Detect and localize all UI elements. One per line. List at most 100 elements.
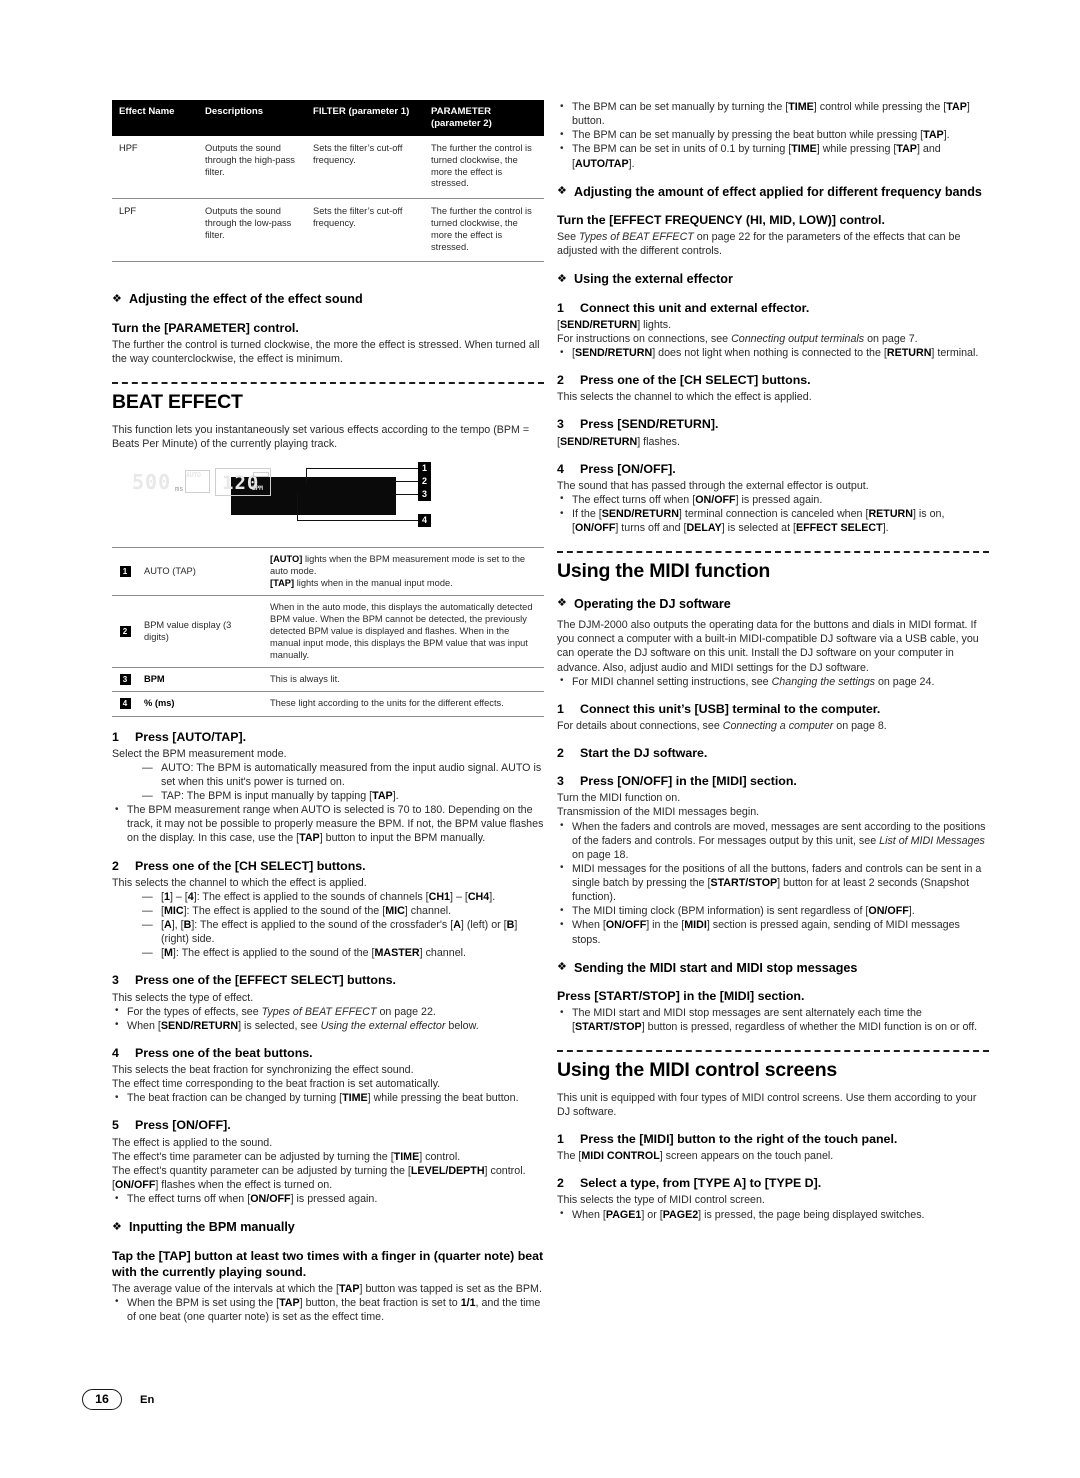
step-title: Press [ON/OFF]. (580, 461, 676, 476)
legend-desc-1a: [AUTO] (270, 553, 303, 564)
step-number: 4 (112, 1045, 119, 1060)
heading-operating-dj-software: Operating the DJ software (557, 596, 989, 612)
heading-external-effector: Using the external effector (557, 271, 989, 287)
cell-effect-name: HPF (112, 136, 198, 200)
step-number: 4 (557, 461, 564, 476)
list-item: TAP: The BPM is input manually by tappin… (142, 789, 544, 803)
step-1-dash-list: AUTO: The BPM is automatically measured … (112, 761, 544, 804)
callout-4: 4 (418, 513, 431, 527)
step-3-bullet-list: For the types of effects, see Types of B… (112, 1004, 544, 1033)
step-title: Press one of the beat buttons. (135, 1045, 313, 1060)
heading-adjusting-effect-sound: Adjusting the effect of the effect sound (112, 291, 544, 307)
list-item: The beat fraction can be changed by turn… (112, 1091, 544, 1105)
step-5-body-4: [ON/OFF] flashes when the effect is turn… (112, 1178, 333, 1191)
text-beat-effect-intro: This function lets you instantaneously s… (112, 423, 530, 450)
section-divider (112, 382, 544, 385)
lcd-unit-ms: ms (175, 484, 184, 493)
midi-step-1-usb: 1 Connect this unit’s [USB] terminal to … (557, 701, 989, 717)
callout-2: 2 (418, 474, 431, 488)
legend-label: BPM (138, 667, 264, 693)
step-number: 2 (112, 858, 119, 873)
section-title-midi-function: Using the MIDI function (557, 560, 771, 583)
screens-step-2-select-type: 2 Select a type, from [TYPE A] to [TYPE … (557, 1175, 989, 1191)
callout-3: 3 (418, 487, 431, 501)
list-item: [1] – [4]: The effect is applied to the … (142, 890, 544, 904)
cell-filter: Sets the filter’s cut-off frequency. (306, 136, 424, 200)
step-title: Press the [MIDI] button to the right of … (580, 1132, 898, 1147)
list-item: When [ON/OFF] in the [MIDI] section is p… (557, 918, 989, 946)
lcd-value-ms: 500 (132, 469, 172, 494)
step-2-dash-list: [1] – [4]: The effect is applied to the … (112, 890, 544, 961)
step-number: 2 (557, 746, 564, 760)
table-header-row: Effect Name Descriptions FILTER (paramet… (112, 100, 544, 136)
col-filter: FILTER (parameter 1) (306, 100, 424, 136)
dj-software-bullet-list: For MIDI channel setting instructions, s… (557, 674, 989, 689)
step-3-body: This selects the type of effect. (112, 991, 254, 1004)
manual-page: Effect Name Descriptions FILTER (paramet… (0, 0, 1080, 1478)
section-divider (557, 1050, 989, 1053)
legend-desc-1b: lights when the BPM measurement mode is … (270, 553, 526, 576)
step-number: 5 (112, 1118, 119, 1133)
midi-start-stop-bullet-list: The MIDI start and MIDI stop messages ar… (557, 1006, 989, 1034)
legend-num-cell: 2 (112, 595, 138, 669)
list-item: [A], [B]: The effect is applied to the s… (142, 918, 544, 946)
cell-description: Outputs the sound through the low-pass f… (198, 198, 306, 263)
ext-step-4-body: The sound that has passed through the ex… (557, 479, 869, 492)
step-title: Press one of the [CH SELECT] buttons. (135, 858, 366, 873)
legend-number: 4 (119, 698, 131, 710)
legend-row: 1 AUTO (TAP) [AUTO] lights when the BPM … (112, 547, 544, 597)
ext-step-1-body-2: For instructions on connections, see Con… (557, 332, 918, 345)
text-dj-software-body: The DJM-2000 also outputs the operating … (557, 619, 979, 674)
legend-number: 1 (119, 565, 131, 577)
step-5-body-3: The effect's quantity parameter can be a… (112, 1164, 526, 1177)
cell-parameter: The further the control is turned clockw… (424, 198, 544, 263)
section-title-midi-control-screens: Using the MIDI control screens (557, 1059, 838, 1082)
col-parameter-line2: (parameter 2) (431, 117, 492, 129)
col-parameter: PARAMETER (parameter 2) (424, 100, 544, 136)
legend-label: AUTO (TAP) (138, 547, 264, 597)
list-item: The BPM can be set manually by turning t… (557, 99, 989, 128)
effect-name-table: Effect Name Descriptions FILTER (paramet… (112, 100, 544, 263)
legend-desc: These light according to the units for t… (264, 691, 544, 717)
ext-step-1-connect: 1 Connect this unit and external effecto… (557, 300, 989, 316)
midi-step-1-body: For details about connections, see Conne… (557, 719, 887, 732)
step-title: Press one of the [EFFECT SELECT] buttons… (135, 973, 396, 988)
page-language: En (140, 1393, 155, 1406)
list-item: For the types of effects, see Types of B… (112, 1004, 544, 1019)
lcd-tick-marker (253, 471, 269, 477)
list-item: When the faders and controls are moved, … (557, 819, 989, 862)
midi-step-2-start-dj: 2 Start the DJ software. (557, 745, 989, 761)
step-5-bullet-list: The effect turns off when [ON/OFF] is pr… (112, 1192, 544, 1206)
step-3-effect-select: 3 Press one of the [EFFECT SELECT] butto… (112, 972, 544, 988)
step-4-body-1: This selects the beat fraction for synch… (112, 1064, 414, 1077)
col-parameter-line1: PARAMETER (431, 106, 492, 117)
bpm-display-figure: 500 ms AUTO 120 BPM 1 2 3 4 (112, 461, 544, 537)
list-item: The MIDI start and MIDI stop messages ar… (557, 1006, 989, 1034)
step-title: Select a type, from [TYPE A] to [TYPE D]… (580, 1176, 822, 1191)
ext-step-3-send-return: 3 Press [SEND/RETURN]. (557, 416, 989, 432)
step-5-on-off: 5 Press [ON/OFF]. (112, 1117, 544, 1133)
lcd-label-auto: AUTO (186, 470, 201, 479)
ext-step-2-ch-select: 2 Press one of the [CH SELECT] buttons. (557, 372, 989, 388)
ext-step-1-body-1: [SEND/RETURN] lights. (557, 318, 672, 331)
list-item: [MIC]: The effect is applied to the soun… (142, 904, 544, 918)
callout-1: 1 (418, 461, 431, 475)
legend-desc: When in the auto mode, this displays the… (264, 595, 544, 669)
leader-line-1-h (306, 467, 418, 469)
legend-desc: [AUTO] lights when the BPM measurement m… (264, 547, 544, 597)
step-4-beat-buttons: 4 Press one of the beat buttons. (112, 1045, 544, 1061)
list-item: MIDI messages for the positions of all t… (557, 861, 989, 904)
list-item: The effect turns off when [ON/OFF] is pr… (557, 492, 989, 507)
top-bullet-list: The BPM can be set manually by turning t… (557, 99, 989, 171)
step-title: Press [ON/OFF] in the [MIDI] section. (580, 774, 797, 789)
ext-step-1-bullet-list: [SEND/RETURN] does not light when nothin… (557, 346, 989, 360)
step-title: Press [AUTO/TAP]. (135, 729, 247, 744)
step-5-body-1: The effect is applied to the sound. (112, 1136, 273, 1149)
list-item: When the BPM is set using the [TAP] butt… (112, 1295, 544, 1324)
lcd-label-bpm: BPM (252, 483, 263, 492)
text-frequency-bands-body: See Types of BEAT EFFECT on page 22 for … (557, 231, 961, 258)
leader-line-4-h (297, 519, 418, 521)
heading-frequency-bands: Adjusting the amount of effect applied f… (557, 184, 989, 200)
list-item: When [SEND/RETURN] is selected, see Usin… (112, 1018, 544, 1033)
legend-number: 2 (119, 626, 131, 638)
